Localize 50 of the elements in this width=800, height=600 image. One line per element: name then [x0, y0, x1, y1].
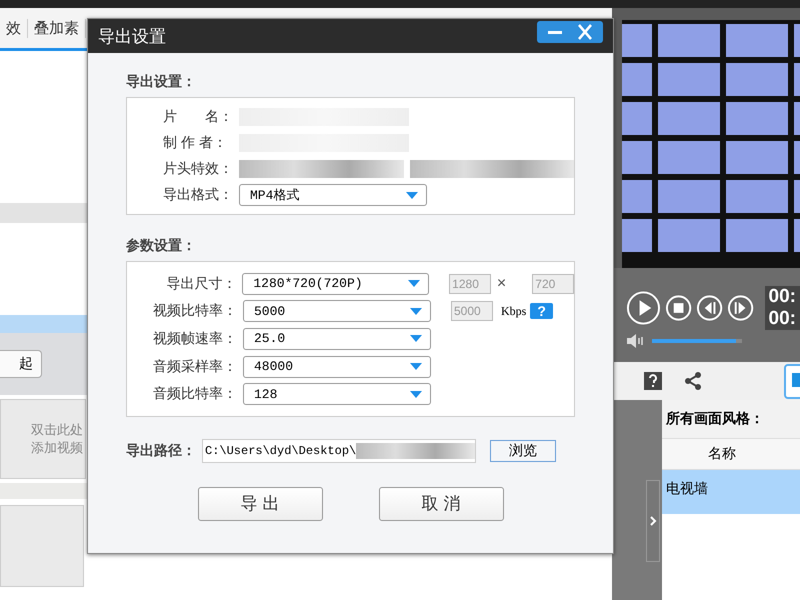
dropdown-arrow-icon — [410, 363, 422, 370]
export-button[interactable]: 导 出 — [198, 486, 322, 521]
dialog-title: 导出设置 — [98, 26, 166, 48]
share-icon[interactable] — [684, 372, 702, 390]
field-label: 导出路径： — [126, 442, 196, 460]
style-list-item[interactable]: 电视墙 — [662, 470, 800, 514]
chevron-right-icon[interactable] — [649, 515, 657, 527]
path-input-field[interactable]: C:\Users\dyd\Desktop\ — [202, 438, 476, 463]
field-label: 视频帧速率： — [152, 330, 237, 348]
blurred-select-field[interactable] — [239, 160, 404, 178]
field-label: 导出格式： — [163, 186, 233, 204]
dropdown-arrow-icon — [410, 390, 422, 398]
dropdown-arrow-icon — [408, 280, 420, 288]
field-label: 制 作 者： — [163, 134, 228, 152]
times-sign: × — [496, 274, 506, 293]
tab[interactable]: 效 — [0, 18, 28, 38]
dropdown-arrow-icon — [410, 335, 422, 342]
speaker-icon[interactable] — [626, 334, 644, 348]
field-label: 片头特效： — [163, 160, 233, 178]
field-label: 片 名： — [163, 108, 233, 126]
stop-icon[interactable] — [664, 294, 692, 322]
parameter-dropdown[interactable]: 25.0 — [243, 328, 431, 350]
close-icon[interactable] — [575, 24, 595, 40]
field-label: 音频比特率： — [152, 385, 237, 404]
cancel-button[interactable]: 取 消 — [378, 486, 504, 521]
panel-title: 所有画面风格： — [662, 400, 800, 438]
play-icon[interactable] — [626, 290, 661, 326]
next-frame-icon[interactable] — [727, 294, 755, 322]
field-label: 音频采样率： — [152, 358, 237, 376]
collapse-button[interactable]: 起 — [0, 350, 42, 378]
field-label: 视频比特率： — [152, 302, 237, 320]
column-header[interactable]: 名称 — [662, 438, 800, 470]
blurred-select-field[interactable] — [410, 160, 574, 178]
field-label: 导出尺寸： — [165, 274, 236, 293]
parameter-dropdown[interactable]: 128 — [243, 383, 431, 406]
clip-slot[interactable] — [0, 505, 84, 587]
dropdown-arrow-icon — [406, 192, 418, 198]
help-icon[interactable] — [644, 372, 662, 390]
unit-label: Kbps — [501, 304, 526, 319]
tab[interactable]: 叠加素 — [28, 18, 86, 38]
section-title: 参数设置： — [126, 237, 197, 255]
parameter-dropdown[interactable]: 48000 — [243, 356, 431, 378]
dropdown-arrow-icon — [410, 308, 422, 315]
parameter-dropdown[interactable]: 5000 — [243, 300, 431, 322]
previous-frame-icon[interactable] — [696, 294, 724, 322]
parameter-dropdown[interactable]: 1280*720(720P) — [242, 272, 430, 295]
format-dropdown[interactable]: MP4格式 — [239, 184, 427, 206]
time-display: 00: 00: — [764, 286, 800, 330]
browse-button[interactable]: 浏览 — [490, 440, 556, 462]
section-title: 导出设置： — [126, 73, 197, 91]
